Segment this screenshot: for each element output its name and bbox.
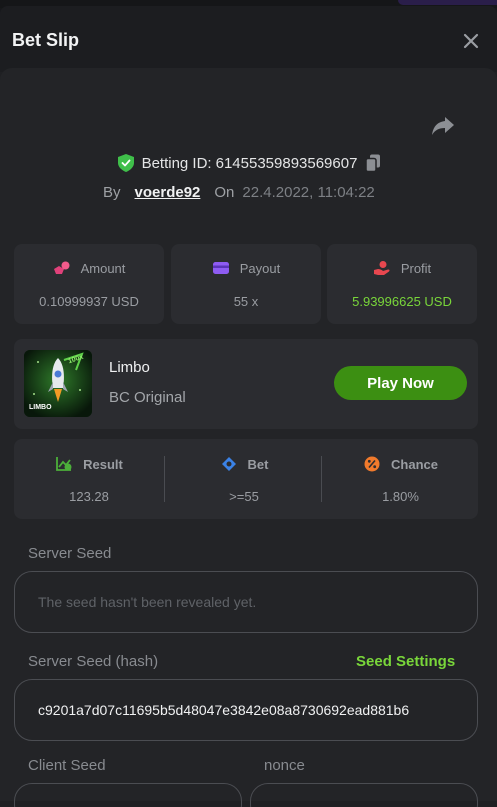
- server-seed-hash-label: Server Seed (hash): [28, 653, 159, 670]
- bet-column: Bet >=55: [166, 439, 322, 519]
- bet-label: Bet: [247, 456, 269, 472]
- close-icon[interactable]: [460, 30, 482, 52]
- bet-date: 22.4.2022, 11:04:22: [242, 184, 375, 201]
- chart-check-icon: [56, 457, 72, 471]
- result-divider: [164, 456, 165, 502]
- nonce-field[interactable]: [250, 783, 478, 807]
- result-panel: Result 123.28 Bet >=55 Chance 1.80%: [14, 439, 478, 519]
- username-link[interactable]: voerde92: [135, 184, 201, 201]
- seed-settings-link[interactable]: Seed Settings: [356, 653, 455, 670]
- client-seed-label: Client Seed: [28, 757, 106, 774]
- on-label: On: [214, 184, 235, 201]
- hand-coin-icon: [373, 261, 390, 275]
- profit-label: Profit: [400, 260, 432, 276]
- shield-check-icon: [117, 154, 134, 172]
- payout-label: Payout: [239, 260, 281, 276]
- betting-id-row: Betting ID: 61455359893569607: [0, 154, 497, 176]
- result-label: Result: [83, 456, 123, 472]
- modal-header: Bet Slip: [0, 6, 497, 72]
- modal-title: Bet Slip: [12, 30, 80, 50]
- profit-value: 5.93996625 USD: [352, 294, 452, 309]
- chance-value: 1.80%: [382, 489, 419, 504]
- server-seed-hash-value: c9201a7d07c11695b5d48047e3842e08a8730692…: [38, 702, 410, 718]
- coins-icon: [53, 261, 70, 274]
- game-thumbnail[interactable]: 100x LIMBO: [24, 350, 92, 417]
- backdrop-accent: [398, 0, 497, 5]
- server-seed-field[interactable]: The seed hasn't been revealed yet.: [14, 571, 478, 633]
- betting-id-label: Betting ID:: [141, 154, 212, 172]
- share-icon[interactable]: [430, 114, 456, 138]
- bet-divider: [321, 456, 322, 502]
- amount-label: Amount: [80, 260, 126, 276]
- by-label: By: [103, 184, 121, 201]
- betting-id-value: 61455359893569607: [215, 154, 358, 172]
- profit-card: Profit 5.93996625 USD: [327, 244, 477, 324]
- result-value: 123.28: [69, 489, 109, 504]
- chance-column: Chance 1.80%: [323, 439, 478, 519]
- result-column: Result 123.28: [14, 439, 164, 519]
- play-now-button[interactable]: Play Now: [334, 366, 467, 400]
- copy-icon[interactable]: [365, 154, 381, 172]
- bet-value: >=55: [229, 489, 259, 504]
- amount-card: Amount 0.10999937 USD: [14, 244, 164, 324]
- payout-card: Payout 55 x: [171, 244, 321, 324]
- game-name: Limbo: [109, 359, 150, 376]
- wallet-icon: [212, 262, 229, 274]
- server-seed-hash-field[interactable]: c9201a7d07c11695b5d48047e3842e08a8730692…: [14, 679, 478, 741]
- client-seed-field[interactable]: [14, 783, 242, 807]
- chance-label: Chance: [391, 456, 438, 472]
- bet-author-row: By voerde92 On 22.4.2022, 11:04:22: [103, 184, 375, 201]
- nonce-label: nonce: [264, 757, 305, 774]
- thumbnail-game-text: LIMBO: [29, 404, 52, 411]
- server-seed-label: Server Seed: [28, 545, 112, 562]
- game-provider: BC Original: [109, 389, 186, 406]
- target-icon: [221, 457, 236, 471]
- payout-value: 55 x: [233, 294, 259, 309]
- percent-icon: [364, 456, 380, 472]
- amount-value: 0.10999937 USD: [39, 294, 139, 309]
- game-card: 100x LIMBO Limbo BC Original Play Now: [14, 339, 478, 429]
